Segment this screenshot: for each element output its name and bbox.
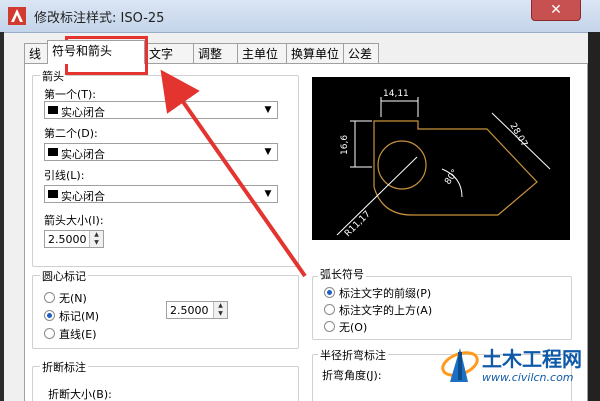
logo-pillar	[458, 352, 462, 380]
watermark-url: www.civilcn.com	[482, 371, 574, 384]
watermark-name: 土木工程网	[482, 347, 582, 371]
annotation-arrow-line	[160, 69, 307, 278]
dialog-window: 修改标注样式: ISO-25 ✕ 线 符号和箭头 文字 调整 主单位 换算单位 …	[0, 0, 600, 401]
tab-symbols-arrows[interactable]: 符号和箭头	[47, 40, 145, 64]
